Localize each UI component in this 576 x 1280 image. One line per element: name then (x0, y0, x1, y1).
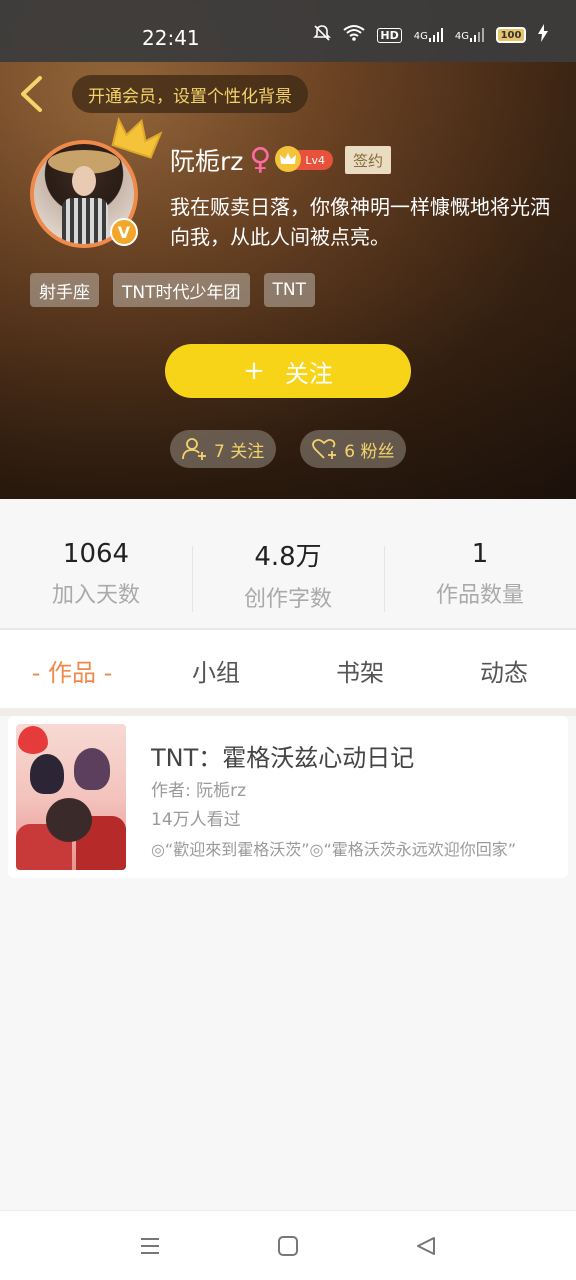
chevron-left-icon (21, 76, 42, 112)
user-bio: 我在贩卖日落，你像神明一样慷慨地将光洒向我，从此人间被点亮。 (170, 195, 550, 249)
tab-works[interactable]: - 作品 - (0, 630, 144, 710)
profile-tabs: - 作品 - 小组 书架 动态 (0, 630, 576, 710)
tag-item[interactable]: 射手座 (30, 273, 99, 307)
work-cover-image (16, 724, 126, 870)
menu-icon (141, 1237, 159, 1254)
menu-button[interactable] (136, 1232, 164, 1260)
vip-background-banner[interactable]: 开通会员，设置个性化背景 (72, 75, 308, 113)
back-button[interactable] (14, 74, 48, 114)
back-nav-button[interactable] (412, 1232, 440, 1260)
stat-label: 作品数量 (435, 583, 524, 608)
work-views: 14万人看过 (151, 810, 241, 830)
stat-word-count: 4.8万 创作字数 (192, 520, 384, 628)
username: 阮栀rz (170, 147, 244, 176)
follow-button[interactable]: + 关注 (165, 344, 411, 398)
work-description: ◎“歡迎來到霍格沃茨”◎“霍格沃茨永远欢迎你回家” (151, 840, 517, 859)
tag-list: 射手座 TNT时代少年团 TNT (30, 273, 315, 307)
level-badge: Lv4 (275, 146, 334, 172)
social-counts: 7 关注 6 粉丝 (170, 430, 407, 468)
triangle-back-icon (417, 1236, 435, 1255)
user-add-icon (182, 438, 206, 460)
tag-item[interactable]: TNT时代少年团 (113, 273, 250, 307)
tab-groups[interactable]: 小组 (144, 630, 288, 710)
fans-button[interactable]: 6 粉丝 (300, 430, 407, 468)
tab-activity[interactable]: 动态 (432, 630, 576, 710)
stat-label: 加入天数 (51, 583, 140, 608)
level-crown-icon (275, 146, 302, 172)
stat-works-count: 1 作品数量 (384, 520, 576, 628)
stat-value: 4.8万 (254, 541, 322, 572)
home-button[interactable] (274, 1232, 302, 1260)
square-icon (278, 1235, 298, 1256)
profile-header: 22:41 HD 4G 4G 100 开通会员，设置个性化背景 V 阮栀rz ♀… (0, 0, 576, 499)
avatar[interactable]: V (30, 116, 163, 248)
stat-value: 1064 (62, 539, 130, 569)
system-nav-bar (0, 1210, 576, 1280)
tag-item[interactable]: TNT (263, 273, 315, 307)
stat-join-days: 1064 加入天数 (0, 520, 192, 628)
divider (0, 708, 576, 716)
plus-icon: + (243, 356, 265, 386)
following-button[interactable]: 7 关注 (170, 430, 277, 468)
stat-value: 1 (471, 539, 489, 569)
name-row: 阮栀rz ♀ Lv4 签约 (170, 142, 392, 178)
female-icon: ♀ (249, 142, 272, 177)
stat-label: 创作字数 (243, 586, 332, 612)
level-text: Lv4 (305, 153, 326, 167)
work-card[interactable]: TNT：霍格沃兹心动日记 作者: 阮栀rz 14万人看过 ◎“歡迎來到霍格沃茨”… (8, 716, 568, 878)
work-author: 作者: 阮栀rz (151, 781, 247, 801)
signed-badge: 签约 (345, 146, 392, 174)
heart-plus-icon (312, 438, 337, 459)
fans-count: 6 粉丝 (344, 441, 395, 462)
stats-row: 1064 加入天数 4.8万 创作字数 1 作品数量 (0, 520, 576, 628)
verified-badge: V (110, 218, 138, 246)
following-count: 7 关注 (214, 441, 265, 462)
tab-bookshelf[interactable]: 书架 (288, 630, 432, 710)
work-title: TNT：霍格沃兹心动日记 (151, 744, 415, 772)
follow-button-label: 关注 (284, 359, 333, 388)
